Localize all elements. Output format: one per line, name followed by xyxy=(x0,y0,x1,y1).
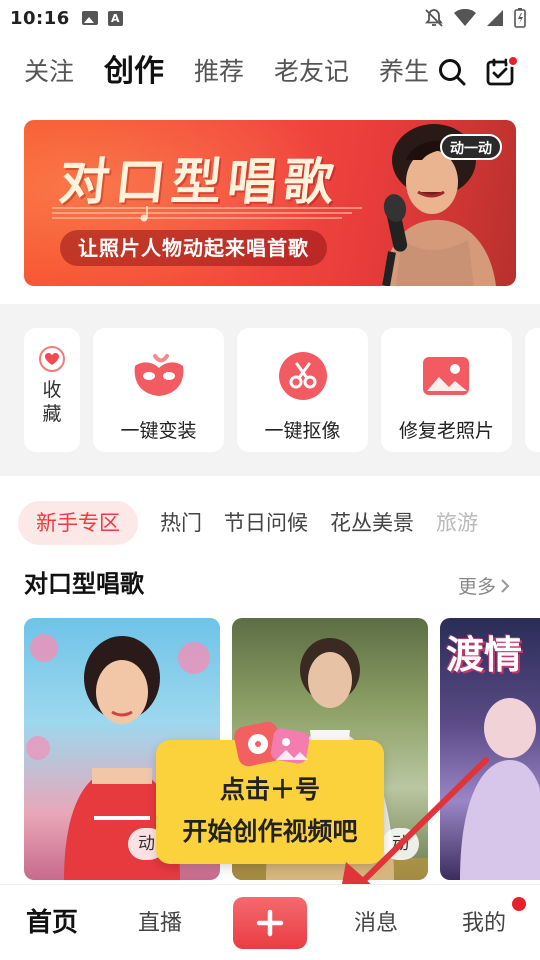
tool-label: 一键抠像 xyxy=(264,420,341,442)
tab-create[interactable]: 创作 xyxy=(104,47,164,97)
category-chips: 新手专区 热门 节日问候 花丛美景 旅游 xyxy=(18,500,540,546)
search-icon xyxy=(439,59,466,86)
chip-flowers[interactable]: 花丛美景 xyxy=(330,501,414,545)
more-label: 更多 xyxy=(457,576,496,598)
tool-photo-restore[interactable]: 修复老照片 xyxy=(381,328,512,452)
tool-cutout[interactable]: 一键抠像 xyxy=(237,328,368,452)
nav-live[interactable]: 直播 xyxy=(138,905,182,937)
tooltip-line1: 点击＋号 xyxy=(219,775,320,804)
status-time: 10:16 xyxy=(10,7,70,29)
tab-recommend[interactable]: 推荐 xyxy=(194,47,244,97)
mute-icon xyxy=(425,9,443,27)
bottom-nav: 首页 直播 消息 我的 xyxy=(0,884,540,960)
status-right-icons xyxy=(424,8,526,28)
task-notification-dot xyxy=(507,55,519,67)
tooltip-line2: 开始创作视频吧 xyxy=(182,817,358,846)
chip-travel[interactable]: 旅游 xyxy=(436,501,478,545)
section-title: 对口型唱歌 xyxy=(24,570,144,598)
tool-label: 修复老照片 xyxy=(398,420,494,442)
mask-icon xyxy=(131,350,187,402)
video-reel-icon xyxy=(234,721,310,767)
battery-icon xyxy=(514,8,526,28)
create-button[interactable] xyxy=(233,897,307,949)
task-button[interactable] xyxy=(478,50,522,94)
photo-icon xyxy=(419,350,475,402)
nav-mine[interactable]: 我的 xyxy=(462,905,506,937)
status-left-icons: A xyxy=(81,10,123,26)
search-button[interactable] xyxy=(430,50,474,94)
nav-messages[interactable]: 消息 xyxy=(354,905,398,937)
promo-banner[interactable]: 对口型唱歌 让照片人物动起来唱首歌 动一动 xyxy=(24,120,516,286)
tab-old-friends[interactable]: 老友记 xyxy=(274,47,349,97)
plus-icon xyxy=(256,909,284,937)
status-bar: 10:16 A xyxy=(0,0,540,36)
banner-badge: 动一动 xyxy=(440,134,502,160)
chevron-right-icon xyxy=(501,578,510,593)
heart-icon xyxy=(39,346,65,372)
banner-subtitle: 让照片人物动起来唱首歌 xyxy=(60,230,327,266)
chip-popular[interactable]: 热门 xyxy=(160,501,202,545)
signal-icon xyxy=(487,10,503,26)
more-link[interactable]: 更多 xyxy=(458,572,510,599)
scissors-icon xyxy=(275,350,331,402)
chip-beginner[interactable]: 新手专区 xyxy=(18,501,138,545)
tab-health[interactable]: 养生 xyxy=(379,47,429,97)
nav-home[interactable]: 首页 xyxy=(26,902,78,939)
video-card[interactable]: 渡情 xyxy=(440,618,540,880)
top-tabs: 关注 创作 推荐 老友记 养生 xyxy=(0,40,540,104)
tab-following[interactable]: 关注 xyxy=(24,47,74,97)
music-staff-icon xyxy=(52,206,362,222)
favorites-button[interactable]: 收藏 xyxy=(24,328,80,452)
wifi-icon xyxy=(454,9,476,26)
tab-list: 关注 创作 推荐 老友记 养生 xyxy=(0,47,435,97)
chip-holiday[interactable]: 节日问候 xyxy=(224,501,308,545)
tool-card-peek[interactable] xyxy=(525,328,540,452)
tool-outfit-change[interactable]: 一键变装 xyxy=(93,328,224,452)
create-tooltip[interactable]: 点击＋号 开始创作视频吧 xyxy=(156,721,384,864)
gallery-notification-icon xyxy=(81,11,98,25)
card-tag: 动 xyxy=(382,828,419,860)
tools-area: 收藏 一键变装 一键抠像 修复老照片 xyxy=(0,304,540,476)
card-title: 渡情 xyxy=(446,632,523,677)
tool-label: 一键变装 xyxy=(120,420,197,442)
app-notification-icon: A xyxy=(107,10,123,26)
favorites-label: 收藏 xyxy=(42,379,62,425)
mine-notification-dot xyxy=(512,897,526,911)
